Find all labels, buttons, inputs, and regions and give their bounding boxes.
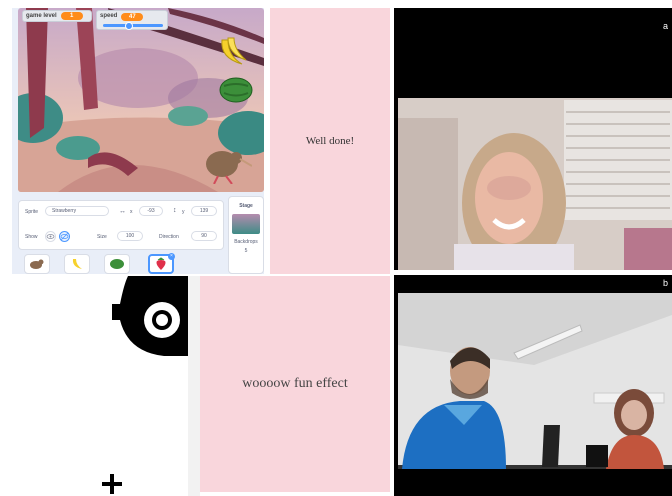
kiwi-bird-icon	[30, 259, 44, 269]
x-field[interactable]: -93	[139, 206, 163, 216]
size-field[interactable]: 100	[117, 231, 143, 241]
banana-icon	[72, 259, 82, 269]
sprite-list: ×	[18, 252, 224, 274]
stage-selector-pane[interactable]: Stage Backdrops 5	[228, 196, 264, 274]
video-panel-a: a	[394, 8, 672, 270]
speed-slider-track[interactable]	[103, 24, 163, 27]
show-label: Show	[25, 234, 38, 240]
backdrops-label: Backdrops	[234, 239, 258, 245]
panel-label-b: b	[662, 278, 668, 288]
game-level-monitor: game level 1	[22, 10, 92, 22]
x-arrows-icon: ↔	[119, 208, 126, 215]
black-shape-sprite	[112, 276, 188, 356]
eye-closed-icon	[60, 232, 69, 241]
watermelon-icon	[110, 259, 124, 269]
speed-slider-knob[interactable]	[125, 22, 133, 30]
adults-video-frame	[394, 275, 672, 496]
feedback-card-bottom: woooow fun effect	[200, 276, 390, 492]
video-panel-b: b	[394, 275, 672, 496]
crosshair-plus-icon	[102, 474, 122, 494]
white-stage-view	[0, 276, 188, 496]
game-stage[interactable]: game level 1 speed 47	[18, 8, 264, 192]
sprite-label: Sprite	[25, 209, 39, 215]
sprite-thumb-kiwi[interactable]	[24, 254, 50, 274]
y-field[interactable]: 139	[191, 206, 217, 216]
watermelon-sprite[interactable]	[218, 76, 254, 109]
stage-backdrop-thumbnail[interactable]	[232, 214, 260, 234]
direction-label: Direction	[159, 234, 179, 240]
sprite-thumb-banana[interactable]	[64, 254, 90, 274]
eye-open-icon	[46, 234, 55, 239]
feedback-card-top: Well done!	[270, 8, 390, 274]
delete-sprite-icon[interactable]: ×	[168, 253, 175, 260]
strawberry-icon	[156, 257, 166, 270]
x-label: x	[130, 209, 133, 215]
stage-title: Stage	[239, 203, 253, 209]
child-video-frame	[394, 8, 672, 270]
sprite-name-field[interactable]: Strawberry	[45, 206, 109, 216]
watermelon-icon	[219, 77, 253, 103]
monitor-value: 47	[121, 13, 144, 21]
feedback-text: Well done!	[305, 135, 355, 147]
banana-sprite[interactable]	[216, 34, 250, 73]
sprite-thumb-watermelon[interactable]	[104, 254, 130, 274]
size-label: Size	[97, 234, 107, 240]
panel-label-a: a	[662, 21, 668, 31]
monitor-label: game level	[26, 13, 57, 19]
feedback-text: woooow fun effect	[242, 376, 348, 391]
direction-field[interactable]: 90	[191, 231, 217, 241]
backdrops-count: 5	[244, 248, 248, 254]
sprite-thumb-strawberry[interactable]: ×	[148, 253, 175, 274]
y-arrows-icon: ↕	[173, 207, 177, 214]
monitor-value: 1	[60, 12, 83, 20]
panel-divider	[188, 276, 200, 496]
y-label: y	[182, 209, 185, 215]
sprite-info-panel: Sprite Strawberry ↔ x -93 ↕ y 139 Show S…	[18, 200, 224, 250]
show-sprite-button[interactable]	[45, 231, 56, 242]
monitor-label: speed	[100, 13, 118, 19]
hide-sprite-button[interactable]	[59, 231, 70, 242]
speed-monitor: speed 47	[96, 10, 168, 30]
kiwi-bird-icon	[206, 151, 253, 185]
coding-editor: game level 1 speed 47 Sprite Strawberry …	[12, 8, 264, 274]
kiwi-sprite[interactable]	[202, 144, 253, 189]
banana-icon	[221, 37, 247, 65]
